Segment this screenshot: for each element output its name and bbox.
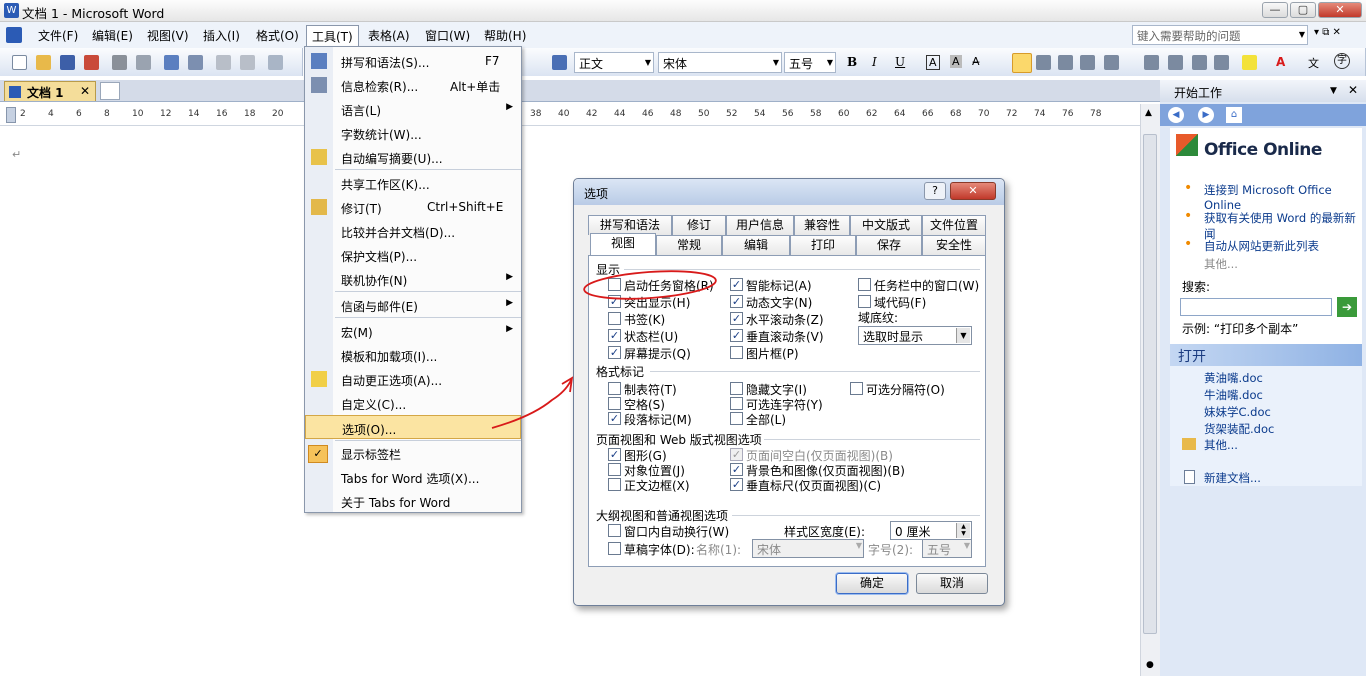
annotation-circle xyxy=(583,270,717,300)
tab-view[interactable]: 视图 xyxy=(590,233,656,255)
annotation-arrow xyxy=(491,376,574,429)
annotation-overlay xyxy=(491,270,717,429)
